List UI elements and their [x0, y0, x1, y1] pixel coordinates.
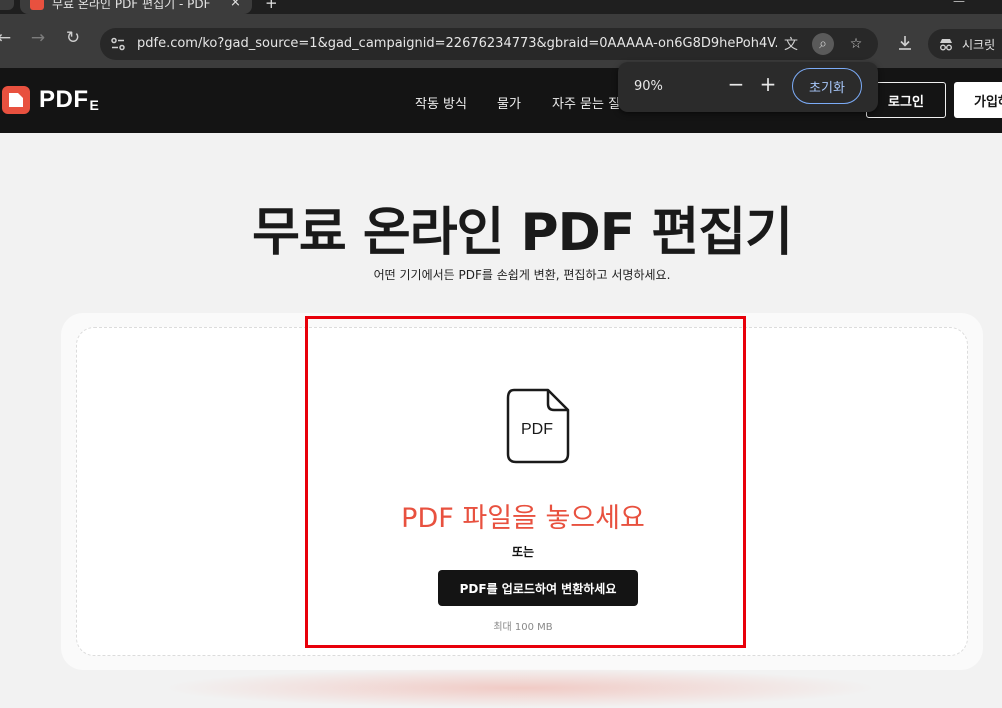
zoom-out-button[interactable]: − [726, 72, 746, 96]
pdfe-favicon-icon [30, 0, 44, 10]
signup-button[interactable]: 가입하 [954, 82, 1002, 118]
pdfe-logo[interactable]: PDFE [2, 85, 99, 115]
translate-icon[interactable]: 文 [780, 33, 802, 55]
window-minimize-icon[interactable]: — [953, 0, 965, 8]
browser-tabstrip: 무료 온라인 PDF 편집기 - PDF × + — [0, 0, 1002, 14]
pdf-file-icon: PDF [506, 388, 570, 464]
tab-close-icon[interactable]: × [230, 0, 241, 10]
pdfe-logo-icon [2, 86, 30, 114]
tab-title: 무료 온라인 PDF 편집기 - PDF [52, 0, 211, 11]
incognito-indicator[interactable]: 시크릿 [928, 29, 1002, 59]
or-separator: 또는 [511, 545, 535, 559]
download-icon[interactable] [895, 33, 915, 53]
bookmark-star-icon[interactable]: ☆ [845, 33, 867, 55]
file-drop-zone[interactable]: PDF PDF 파일을 놓으세요 또는 PDF를 업로드하여 변환하세요 최대 … [76, 327, 968, 656]
zoom-icon[interactable]: ⌕ [812, 33, 834, 55]
new-tab-button[interactable]: + [265, 0, 278, 12]
browser-toolbar: ← → ↻ pdfe.com/ko?gad_source=1&gad_campa… [0, 14, 1002, 68]
page-subtitle: 어떤 기기에서든 PDF를 손쉽게 변환, 편집하고 서명하세요. [373, 268, 671, 282]
site-settings-icon[interactable] [110, 36, 126, 52]
zoom-reset-button[interactable]: 초기화 [792, 68, 862, 104]
max-size-note: 최대 100 MB [493, 622, 553, 633]
svg-text:PDF: PDF [521, 421, 553, 438]
reload-button[interactable]: ↻ [63, 28, 83, 48]
zoom-level: 90% [634, 79, 663, 94]
nav-how-it-works[interactable]: 작동 방식 [415, 93, 467, 112]
url-text[interactable]: pdfe.com/ko?gad_source=1&gad_campaignid=… [137, 36, 777, 51]
upload-pdf-button[interactable]: PDF를 업로드하여 변환하세요 [438, 570, 638, 606]
browser-tab-active[interactable]: 무료 온라인 PDF 편집기 - PDF × [20, 0, 252, 14]
back-button[interactable]: ← [0, 28, 14, 48]
login-button[interactable]: 로그인 [866, 82, 946, 118]
nav-faq[interactable]: 자주 묻는 질 [552, 93, 620, 112]
page-title: 무료 온라인 PDF 편집기 [252, 203, 793, 263]
nav-pricing[interactable]: 물가 [497, 93, 521, 112]
previous-tab[interactable] [0, 0, 14, 10]
bottom-glow [160, 668, 880, 708]
logo-text: PDFE [39, 86, 100, 113]
forward-button[interactable]: → [28, 28, 48, 48]
incognito-label: 시크릿 [962, 38, 996, 52]
zoom-in-button[interactable]: + [758, 72, 778, 96]
drop-instruction: PDF 파일을 놓으세요 [401, 503, 645, 534]
upload-card: PDF PDF 파일을 놓으세요 또는 PDF를 업로드하여 변환하세요 최대 … [61, 313, 983, 670]
address-bar[interactable]: pdfe.com/ko?gad_source=1&gad_campaignid=… [100, 28, 878, 60]
zoom-popup: 90% − + 초기화 [618, 62, 878, 112]
incognito-icon [940, 39, 952, 51]
